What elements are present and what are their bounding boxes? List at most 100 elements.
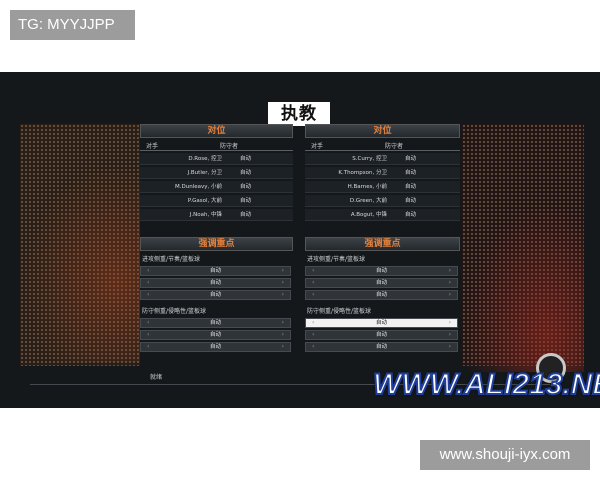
right-matchup-header: 对位	[305, 124, 460, 138]
right-matchup-row[interactable]: K.Thompson, 分卫 自动	[305, 167, 460, 179]
row-defender: 自动	[240, 170, 252, 176]
row-defender: 自动	[240, 156, 252, 162]
left-column-headers: 对手 防守者	[140, 141, 293, 151]
chevron-right-icon: ›	[281, 291, 284, 298]
slider-value: 自动	[375, 280, 387, 286]
right-defense-label: 防守侧重/侵略性/篮板球	[307, 308, 372, 315]
chevron-left-icon: ‹	[312, 291, 315, 298]
row-player: J.Noah, 中锋	[189, 212, 222, 218]
right-defense-slider-selected[interactable]: ‹ 自动 ›	[305, 318, 458, 328]
left-matchup-header: 对位	[140, 124, 293, 138]
left-defense-slider[interactable]: ‹ 自动 ›	[140, 330, 291, 340]
right-emphasis-header: 强调重点	[305, 237, 460, 251]
chevron-left-icon: ‹	[147, 291, 150, 298]
left-offense-slider[interactable]: ‹ 自动 ›	[140, 290, 291, 300]
right-matchup-row[interactable]: S.Curry, 控卫 自动	[305, 153, 460, 165]
right-defense-slider[interactable]: ‹ 自动 ›	[305, 342, 458, 352]
left-emphasis-header: 强调重点	[140, 237, 293, 251]
site-label: www.shouji-iyx.com	[420, 440, 590, 470]
left-defense-label: 防守侧重/侵略性/篮板球	[142, 308, 207, 315]
left-defense-slider[interactable]: ‹ 自动 ›	[140, 318, 291, 328]
chevron-left-icon: ‹	[147, 331, 150, 338]
chevron-left-icon: ‹	[147, 319, 150, 326]
chevron-left-icon: ‹	[312, 267, 315, 274]
left-col-player: 对手	[146, 143, 159, 150]
left-team-column: 对位 对手 防守者 D.Rose, 控卫 自动 J.Butler, 分卫 自动 M.…	[140, 124, 293, 354]
chevron-left-icon: ‹	[312, 319, 315, 326]
right-matchup-row[interactable]: H.Barnes, 小前 自动	[305, 181, 460, 193]
row-player: H.Barnes, 小前	[347, 184, 387, 190]
slider-value: 自动	[209, 280, 221, 286]
slider-value: 自动	[209, 268, 221, 274]
row-player: P.Gasol, 大前	[187, 198, 222, 204]
chevron-left-icon: ‹	[147, 343, 150, 350]
chevron-right-icon: ›	[448, 319, 451, 326]
chevron-right-icon: ›	[281, 343, 284, 350]
chevron-right-icon: ›	[281, 319, 284, 326]
row-player: K.Thompson, 分卫	[338, 170, 387, 176]
chevron-right-icon: ›	[448, 279, 451, 286]
right-glow	[462, 202, 584, 372]
left-offense-label: 进攻侧重/节奏/篮板球	[142, 256, 201, 263]
right-matchup-row[interactable]: A.Bogut, 中锋 自动	[305, 209, 460, 221]
left-offense-slider[interactable]: ‹ 自动 ›	[140, 278, 291, 288]
left-defense-slider[interactable]: ‹ 自动 ›	[140, 342, 291, 352]
chevron-right-icon: ›	[448, 267, 451, 274]
left-matchup-row[interactable]: D.Rose, 控卫 自动	[140, 153, 293, 165]
right-col-defender: 防守者	[385, 143, 404, 150]
right-team-column: 对位 对手 防守者 S.Curry, 控卫 自动 K.Thompson, 分卫 自动…	[305, 124, 460, 354]
left-matchup-row[interactable]: P.Gasol, 大前 自动	[140, 195, 293, 207]
tg-label: TG: MYYJJPP	[10, 10, 135, 40]
chevron-left-icon: ‹	[147, 267, 150, 274]
left-offense-slider[interactable]: ‹ 自动 ›	[140, 266, 291, 276]
page-title: 执教	[268, 102, 330, 126]
left-matchup-row[interactable]: J.Butler, 分卫 自动	[140, 167, 293, 179]
right-offense-slider[interactable]: ‹ 自动 ›	[305, 278, 458, 288]
right-defense-slider[interactable]: ‹ 自动 ›	[305, 330, 458, 340]
slider-value: 自动	[209, 292, 221, 298]
right-column-headers: 对手 防守者	[305, 141, 460, 151]
row-player: J.Butler, 分卫	[187, 170, 222, 176]
slider-value: 自动	[375, 344, 387, 350]
row-defender: 自动	[240, 198, 252, 204]
row-defender: 自动	[405, 156, 417, 162]
row-defender: 自动	[240, 184, 252, 190]
row-defender: 自动	[405, 184, 417, 190]
left-glow	[20, 162, 140, 362]
slider-value: 自动	[375, 292, 387, 298]
row-player: M.Dunleavy, 小前	[175, 184, 222, 190]
slider-value: 自动	[209, 344, 221, 350]
row-player: A.Bogut, 中锋	[350, 212, 387, 218]
row-player: S.Curry, 控卫	[352, 156, 387, 162]
chevron-left-icon: ‹	[147, 279, 150, 286]
right-offense-label: 进攻侧重/节奏/篮板球	[307, 256, 366, 263]
chevron-left-icon: ‹	[312, 343, 315, 350]
chevron-right-icon: ›	[448, 331, 451, 338]
slider-value: 自动	[209, 332, 221, 338]
ready-button[interactable]: 就绪	[150, 372, 162, 381]
left-matchup-row[interactable]: M.Dunleavy, 小前 自动	[140, 181, 293, 193]
right-offense-slider[interactable]: ‹ 自动 ›	[305, 266, 458, 276]
slider-value: 自动	[375, 332, 387, 338]
chevron-left-icon: ‹	[312, 331, 315, 338]
slider-value: 自动	[209, 320, 221, 326]
left-matchup-row[interactable]: J.Noah, 中锋 自动	[140, 209, 293, 221]
chevron-right-icon: ›	[281, 331, 284, 338]
slider-value: 自动	[375, 268, 387, 274]
right-offense-slider[interactable]: ‹ 自动 ›	[305, 290, 458, 300]
watermark: WWW.ALI213.NET	[372, 367, 600, 402]
row-defender: 自动	[405, 170, 417, 176]
right-matchup-row[interactable]: D.Green, 大前 自动	[305, 195, 460, 207]
row-defender: 自动	[405, 198, 417, 204]
chevron-right-icon: ›	[281, 279, 284, 286]
right-col-player: 对手	[311, 143, 324, 150]
chevron-left-icon: ‹	[312, 279, 315, 286]
chevron-right-icon: ›	[281, 267, 284, 274]
row-player: D.Rose, 控卫	[188, 156, 222, 162]
row-defender: 自动	[240, 212, 252, 218]
row-player: D.Green, 大前	[349, 198, 387, 204]
left-col-defender: 防守者	[220, 143, 239, 150]
slider-value: 自动	[375, 320, 387, 326]
game-screenshot: 执教 对位 对手 防守者 D.Rose, 控卫 自动 J.Butler, 分卫 自动…	[0, 72, 600, 408]
chevron-right-icon: ›	[448, 343, 451, 350]
